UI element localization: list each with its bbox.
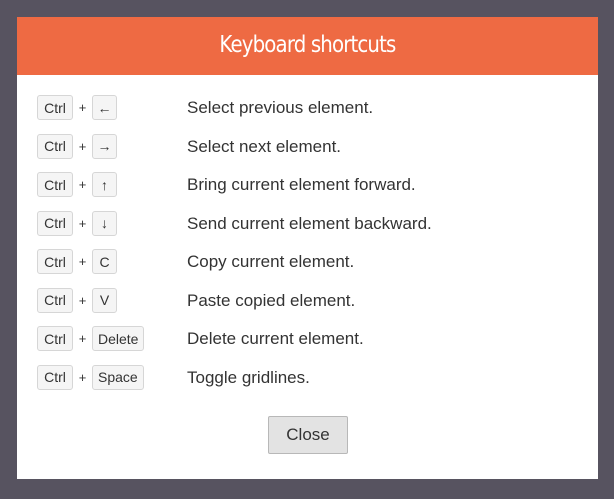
ctrl-key: Ctrl — [37, 172, 73, 197]
up-arrow-key: ↑ — [92, 172, 117, 197]
shortcut-list: Ctrl + ← Select previous element. Ctrl +… — [37, 94, 577, 402]
shortcut-row: Ctrl + ↓ Send current element backward. — [37, 210, 577, 249]
shortcut-description: Select next element. — [187, 136, 342, 156]
shortcut-row: Ctrl + V Paste copied element. — [37, 287, 577, 326]
shortcut-keys: Ctrl + ↑ — [37, 171, 117, 198]
space-key: Space — [92, 364, 144, 390]
ctrl-key: Ctrl — [37, 95, 73, 120]
v-key: V — [92, 287, 117, 313]
close-button[interactable]: Close — [268, 416, 348, 454]
left-arrow-key: ← — [92, 95, 117, 120]
plus-sign: + — [78, 215, 87, 231]
plus-sign: + — [78, 100, 87, 115]
c-key: C — [92, 249, 117, 274]
shortcut-keys: Ctrl + Delete — [37, 325, 145, 352]
ctrl-key: Ctrl — [37, 364, 73, 390]
shortcut-keys: Ctrl + ← — [37, 94, 117, 121]
down-arrow-key: ↓ — [92, 210, 117, 236]
ctrl-key: Ctrl — [37, 326, 73, 351]
ctrl-key: Ctrl — [37, 133, 73, 159]
plus-sign: + — [78, 369, 87, 385]
shortcut-row: Ctrl + Delete Delete current element. — [37, 325, 577, 364]
right-arrow-key: → — [92, 133, 117, 159]
plus-sign: + — [78, 177, 87, 192]
shortcut-keys: Ctrl + ↓ — [37, 210, 117, 237]
shortcut-description: Copy current element. — [187, 252, 355, 271]
plus-sign: + — [78, 138, 87, 154]
shortcut-row: Ctrl + ↑ Bring current element forward. — [37, 171, 577, 210]
shortcut-description: Paste copied element. — [187, 290, 356, 310]
plus-sign: + — [78, 254, 87, 269]
shortcut-keys: Ctrl + Space — [37, 364, 144, 391]
modal-header: Keyboard shortcuts — [17, 17, 598, 75]
shortcut-row: Ctrl + Space Toggle gridlines. — [37, 364, 577, 403]
ctrl-key: Ctrl — [37, 249, 73, 274]
shortcut-row: Ctrl + → Select next element. — [37, 133, 577, 172]
shortcut-description: Bring current element forward. — [187, 175, 416, 194]
modal-title: Keyboard shortcuts — [219, 32, 396, 58]
shortcut-keys: Ctrl + C — [37, 248, 117, 275]
shortcut-keys: Ctrl + V — [37, 287, 117, 314]
shortcut-keys: Ctrl + → — [37, 133, 117, 160]
delete-key: Delete — [92, 326, 145, 351]
plus-sign: + — [78, 292, 87, 308]
shortcut-row: Ctrl + C Copy current element. — [37, 248, 577, 287]
keyboard-shortcuts-modal: Keyboard shortcuts Ctrl + ← Select previ… — [17, 17, 598, 479]
ctrl-key: Ctrl — [37, 210, 73, 236]
shortcut-description: Delete current element. — [187, 329, 364, 348]
shortcut-description: Send current element backward. — [187, 213, 432, 233]
shortcut-row: Ctrl + ← Select previous element. — [37, 94, 577, 133]
shortcut-description: Select previous element. — [187, 98, 374, 117]
plus-sign: + — [78, 331, 87, 346]
shortcut-description: Toggle gridlines. — [187, 367, 310, 387]
ctrl-key: Ctrl — [37, 287, 73, 313]
